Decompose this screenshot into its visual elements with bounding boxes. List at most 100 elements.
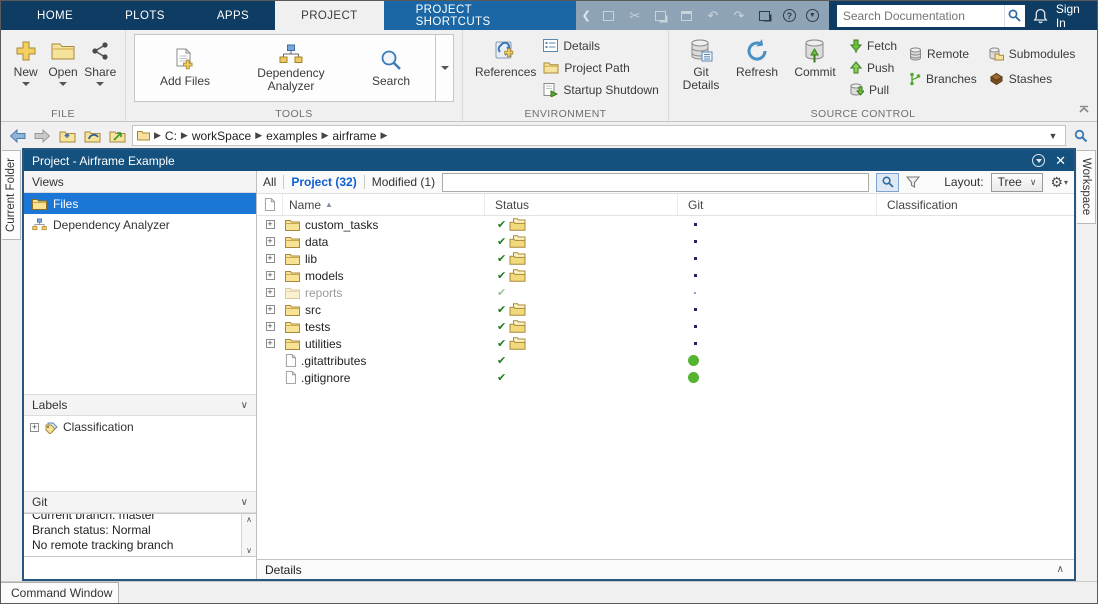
crumb-workspace[interactable]: workSpace bbox=[192, 129, 251, 143]
table-row[interactable]: +models✔ bbox=[257, 267, 1074, 284]
scroll-down-icon[interactable]: ∨ bbox=[246, 546, 252, 555]
new-button[interactable]: New bbox=[9, 34, 42, 86]
branches-button[interactable]: Branches bbox=[906, 69, 980, 88]
expand-icon[interactable]: + bbox=[266, 254, 275, 263]
sidebar-tab-current-folder[interactable]: Current Folder bbox=[2, 150, 21, 240]
pull-button[interactable]: Pull bbox=[847, 80, 900, 99]
details-bar[interactable]: Details ∧ bbox=[257, 559, 1074, 579]
push-button[interactable]: Push bbox=[847, 58, 900, 77]
expand-icon[interactable]: + bbox=[266, 288, 275, 297]
labels-header[interactable]: Labels ∨ bbox=[24, 394, 256, 416]
sidebar-tab-workspace[interactable]: Workspace bbox=[1077, 150, 1096, 224]
expand-icon[interactable]: + bbox=[266, 220, 275, 229]
table-row[interactable]: +tests✔ bbox=[257, 318, 1074, 335]
git-info-scrollbar[interactable]: ∧ ∨ bbox=[241, 514, 256, 556]
column-file-type[interactable] bbox=[257, 194, 283, 215]
filter-modified[interactable]: Modified (1) bbox=[372, 175, 435, 189]
project-path-button[interactable]: Project Path bbox=[540, 58, 661, 77]
table-row[interactable]: .gitignore✔ bbox=[257, 369, 1074, 386]
column-name[interactable]: Name ▲ bbox=[283, 194, 485, 215]
tools-gallery-dropdown[interactable] bbox=[435, 35, 453, 101]
details-button[interactable]: Details bbox=[540, 36, 661, 55]
documentation-search-icon[interactable] bbox=[1004, 5, 1025, 27]
table-row[interactable]: .gitattributes✔ bbox=[257, 352, 1074, 369]
back-icon[interactable] bbox=[7, 126, 27, 146]
table-row[interactable]: +src✔ bbox=[257, 301, 1074, 318]
crumb-separator-icon[interactable]: ▶ bbox=[322, 130, 329, 141]
dependency-analyzer-button[interactable]: Dependency Analyzer bbox=[235, 35, 347, 101]
tab-project-shortcuts[interactable]: PROJECT SHORTCUTS bbox=[384, 1, 576, 30]
qat-collapse-icon[interactable]: ❮ bbox=[582, 9, 591, 22]
column-classification[interactable]: Classification bbox=[877, 194, 1074, 215]
commit-button[interactable]: Commit bbox=[789, 34, 841, 79]
scroll-up-icon[interactable]: ∧ bbox=[246, 515, 252, 524]
file-filter-search-input[interactable] bbox=[443, 174, 868, 191]
expand-icon[interactable]: + bbox=[266, 305, 275, 314]
qat-dropdown-icon[interactable]: ▼ bbox=[806, 9, 819, 22]
tab-apps[interactable]: APPS bbox=[191, 1, 275, 30]
view-options-gear-icon[interactable]: ⚙▾ bbox=[1050, 174, 1068, 191]
details-expand-icon[interactable]: ∧ bbox=[1057, 564, 1064, 575]
copy-icon[interactable] bbox=[653, 8, 669, 24]
sidebar-item-dependency-analyzer[interactable]: Dependency Analyzer bbox=[24, 214, 256, 235]
sign-in-link[interactable]: Sign In bbox=[1056, 2, 1087, 30]
forward-icon[interactable] bbox=[32, 126, 52, 146]
minimize-ribbon-icon[interactable] bbox=[1076, 103, 1092, 117]
cut-icon[interactable]: ✂ bbox=[627, 8, 643, 24]
startup-shutdown-button[interactable]: Startup Shutdown bbox=[540, 80, 661, 99]
crumb-separator-icon[interactable]: ▶ bbox=[154, 130, 161, 141]
save-icon[interactable] bbox=[601, 8, 617, 24]
open-button[interactable]: Open bbox=[46, 34, 79, 86]
table-row[interactable]: +utilities✔ bbox=[257, 335, 1074, 352]
search-button[interactable]: Search bbox=[347, 35, 435, 101]
tab-home[interactable]: HOME bbox=[11, 1, 99, 30]
git-details-button[interactable]: Git Details bbox=[677, 34, 725, 92]
table-row[interactable]: +lib✔ bbox=[257, 250, 1074, 267]
label-item-classification[interactable]: + Classification bbox=[24, 420, 256, 434]
submodules-button[interactable]: Submodules bbox=[986, 44, 1079, 63]
help-icon[interactable]: ? bbox=[783, 9, 796, 22]
column-status[interactable]: Status bbox=[485, 194, 678, 215]
crumb-separator-icon[interactable]: ▶ bbox=[255, 130, 262, 141]
crumb-separator-icon[interactable]: ▶ bbox=[181, 130, 188, 141]
filter-funnel-icon[interactable] bbox=[906, 176, 920, 189]
panel-close-icon[interactable]: ✕ bbox=[1055, 154, 1066, 167]
expand-icon[interactable]: + bbox=[266, 237, 275, 246]
crumb-separator-icon[interactable]: ▶ bbox=[380, 130, 387, 141]
remote-button[interactable]: Remote bbox=[906, 44, 980, 63]
crumb-drive[interactable]: C: bbox=[165, 129, 177, 143]
share-button[interactable]: Share bbox=[84, 34, 117, 86]
crumb-airframe[interactable]: airframe bbox=[332, 129, 376, 143]
tab-plots[interactable]: PLOTS bbox=[99, 1, 191, 30]
up-one-level-icon[interactable] bbox=[57, 126, 77, 146]
redo-icon[interactable]: ↷ bbox=[731, 8, 747, 24]
filter-project[interactable]: Project (32) bbox=[291, 175, 356, 189]
panel-minimize-icon[interactable] bbox=[1032, 154, 1045, 167]
command-window-tab[interactable]: Command Window bbox=[1, 582, 119, 603]
fetch-button[interactable]: Fetch bbox=[847, 36, 900, 55]
add-files-button[interactable]: Add Files bbox=[135, 35, 235, 101]
layout-select[interactable]: Tree ∨ bbox=[991, 173, 1044, 192]
refresh-button[interactable]: Refresh bbox=[731, 34, 783, 79]
git-collapse-icon[interactable]: ∨ bbox=[241, 497, 248, 508]
expand-icon[interactable]: + bbox=[30, 423, 39, 432]
table-row[interactable]: +reports✔ bbox=[257, 284, 1074, 301]
expand-icon[interactable]: + bbox=[266, 271, 275, 280]
labels-collapse-icon[interactable]: ∨ bbox=[241, 400, 248, 411]
browse-folder-icon[interactable] bbox=[82, 126, 102, 146]
undo-icon[interactable]: ↶ bbox=[705, 8, 721, 24]
table-row[interactable]: +custom_tasks✔ bbox=[257, 216, 1074, 233]
expand-icon[interactable]: + bbox=[266, 322, 275, 331]
tab-project[interactable]: PROJECT bbox=[275, 1, 383, 30]
file-filter-search-icon[interactable] bbox=[876, 173, 899, 192]
paste-icon[interactable] bbox=[679, 8, 695, 24]
filter-all[interactable]: All bbox=[263, 175, 276, 189]
references-button[interactable]: References bbox=[475, 34, 536, 79]
desktop-layout-icon[interactable] bbox=[757, 8, 773, 24]
crumb-examples[interactable]: examples bbox=[266, 129, 317, 143]
notifications-bell-icon[interactable] bbox=[1033, 8, 1048, 24]
open-in-explorer-icon[interactable] bbox=[107, 126, 127, 146]
address-dropdown-icon[interactable]: ▼ bbox=[1045, 131, 1061, 141]
breadcrumb[interactable]: ▶ C: ▶ workSpace ▶ examples ▶ airframe ▶… bbox=[132, 125, 1066, 146]
stashes-button[interactable]: Stashes bbox=[986, 69, 1079, 88]
